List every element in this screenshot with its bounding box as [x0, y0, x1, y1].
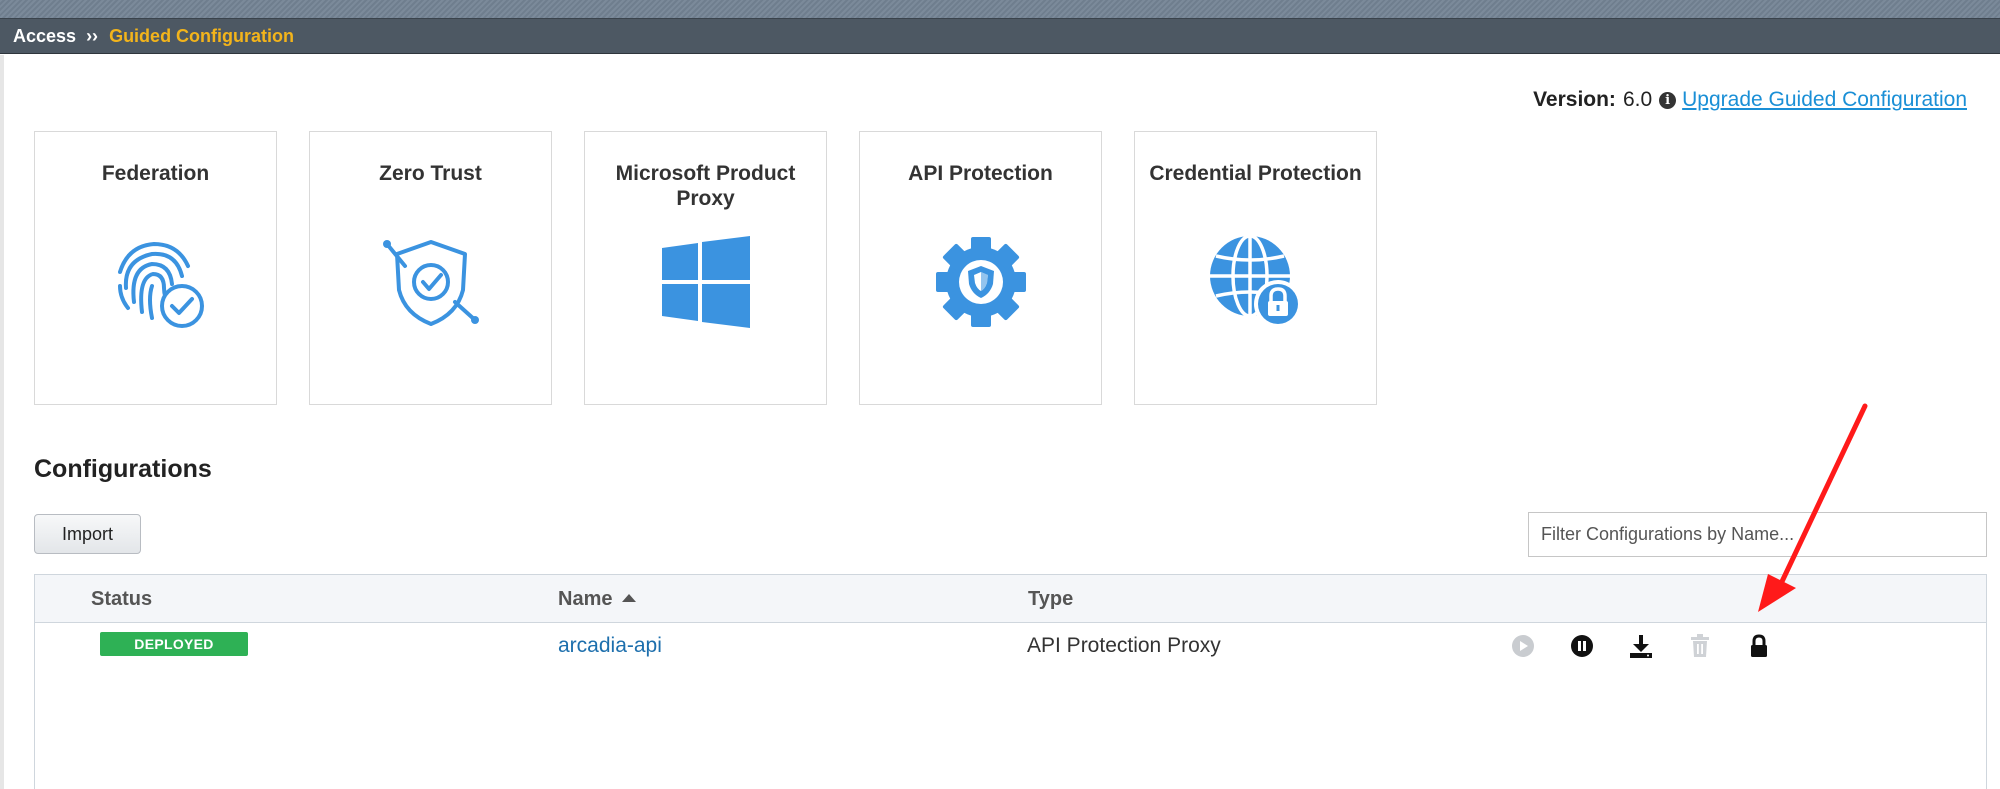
breadcrumb-current: Guided Configuration [109, 25, 295, 46]
windows-logo-icon [661, 236, 750, 328]
breadcrumb: Access ›› Guided Configuration [0, 18, 2000, 54]
version-value: 6.0 [1622, 88, 1653, 111]
upgrade-guided-configuration-link[interactable]: Upgrade Guided Configuration [1682, 88, 1967, 112]
gear-shield-icon [935, 237, 1026, 327]
tile-title: Credential Protection [1149, 162, 1362, 185]
fingerprint-check-icon [117, 241, 204, 328]
tile-title: Microsoft Product Proxy [615, 162, 796, 210]
template-tiles: Federation Zero Trust Microsoft Product … [34, 131, 1409, 405]
column-header-name-label: Name [558, 588, 613, 610]
configurations-table: Status Name Type DEPLOYED arcadia-api AP… [34, 574, 1987, 789]
delete-button[interactable] [1685, 631, 1715, 661]
play-icon [1512, 635, 1534, 657]
tile-federation[interactable]: Federation [34, 131, 277, 405]
undeploy-button[interactable] [1567, 631, 1597, 661]
top-strip [0, 0, 2000, 18]
export-button[interactable] [1626, 631, 1656, 661]
shield-check-icon [382, 240, 479, 326]
tile-credential-protection[interactable]: Credential Protection [1134, 131, 1377, 405]
pause-icon [1571, 635, 1593, 657]
tile-microsoft-product-proxy[interactable]: Microsoft Product Proxy [584, 131, 827, 405]
globe-lock-icon [1209, 234, 1302, 328]
column-header-name[interactable]: Name [558, 588, 637, 611]
left-border [0, 55, 4, 789]
annotation-arrow [1758, 403, 1868, 612]
column-header-status[interactable]: Status [91, 588, 152, 611]
tile-title: API Protection [908, 162, 1053, 185]
breadcrumb-access[interactable]: Access [13, 26, 76, 47]
configuration-name-link[interactable]: arcadia-api [558, 634, 662, 658]
status-badge: DEPLOYED [100, 632, 248, 656]
table-header: Status Name Type [35, 575, 1986, 623]
table-row: DEPLOYED arcadia-api API Protection Prox… [35, 623, 1986, 673]
trash-icon [1691, 634, 1709, 657]
sort-ascending-icon [622, 593, 637, 602]
tile-zero-trust[interactable]: Zero Trust [309, 131, 552, 405]
info-icon[interactable]: i [1659, 91, 1677, 109]
breadcrumb-separator: ›› [86, 25, 99, 46]
column-header-type[interactable]: Type [1028, 588, 1073, 611]
version-info: Version: 6.0 i Upgrade Guided Configurat… [1533, 88, 1967, 112]
deploy-button[interactable] [1508, 631, 1538, 661]
configurations-heading: Configurations [34, 455, 212, 483]
version-label: Version: [1533, 88, 1616, 111]
tile-title: Zero Trust [379, 162, 482, 185]
import-button[interactable]: Import [34, 514, 141, 554]
tile-title: Federation [101, 162, 210, 185]
tile-api-protection[interactable]: API Protection [859, 131, 1102, 405]
configuration-type: API Protection Proxy [1027, 634, 1221, 657]
download-icon [1630, 635, 1652, 658]
